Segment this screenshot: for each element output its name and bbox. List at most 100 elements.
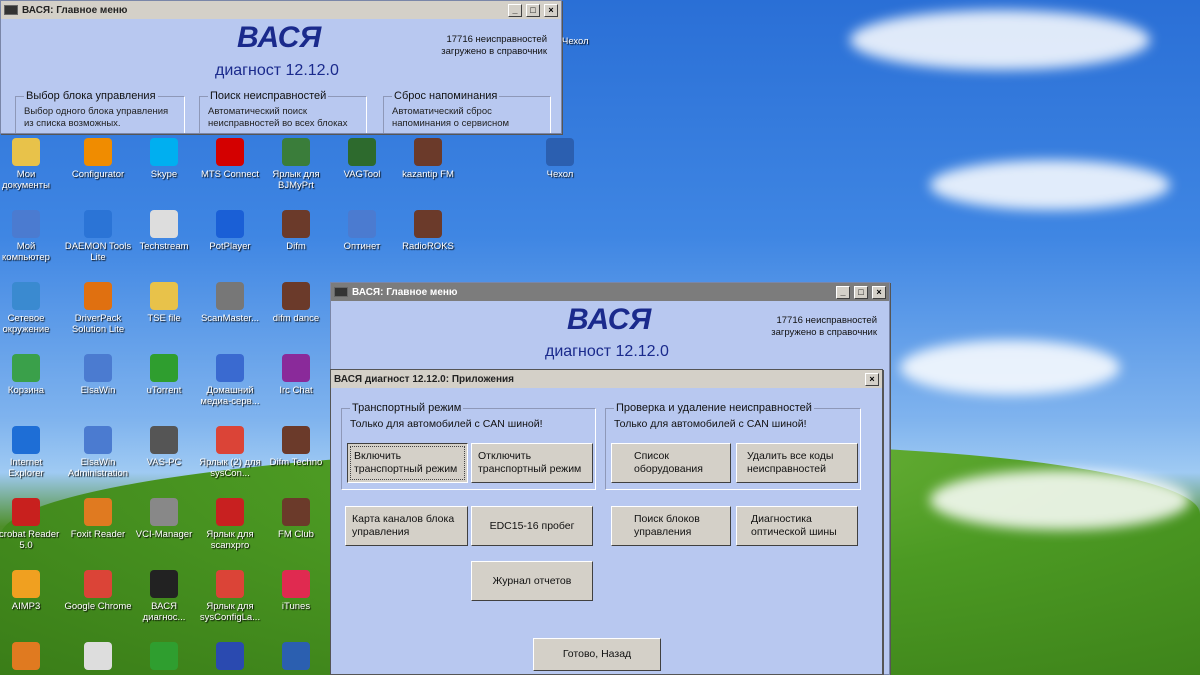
faults-count-text: 17716 неисправностей загружено в справоч… (731, 315, 877, 339)
desktop-icon[interactable]: RadioROKS (394, 210, 462, 252)
chip-icon (216, 282, 244, 310)
app-version-text: диагност 12.12.0 (215, 62, 339, 79)
utorrent-icon (150, 642, 178, 670)
desktop-icon[interactable] (64, 642, 132, 673)
desktop-icon[interactable]: ScanMaster... (196, 282, 264, 324)
desktop-icon[interactable]: Configurator (64, 138, 132, 180)
applications-dialog[interactable]: ВАСЯ диагност 12.12.0: Приложения × Тран… (330, 369, 883, 675)
optical-bus-diagnostics-button[interactable]: Диагностика оптической шины (736, 506, 858, 546)
desktop-icon-label: Configurator (71, 169, 125, 180)
desktop-icon[interactable] (130, 642, 198, 673)
foxit-icon (84, 498, 112, 526)
desktop-icon-label: Ярлык для scanxpro (206, 529, 254, 551)
minimize-icon[interactable]: _ (836, 285, 850, 299)
close-icon[interactable]: × (865, 372, 879, 386)
desktop-icon[interactable]: FM Club (262, 498, 330, 540)
desktop-icon[interactable]: kazantip FM (394, 138, 462, 180)
equipment-list-button[interactable]: Список оборудования (611, 443, 731, 483)
irc-icon (282, 354, 310, 382)
group-reset-reminder[interactable]: Сброс напоминания Автоматический сброс н… (383, 90, 551, 133)
desktop-icon[interactable]: Мой компьютер (0, 210, 60, 263)
back-window-title: ВАСЯ: Главное меню (22, 4, 128, 16)
enable-transport-mode-button[interactable]: Включить транспортный режим (347, 443, 468, 483)
desktop-icon[interactable]: Оптинет (328, 210, 396, 252)
desktop-icon-label: ElsaWin Administration (67, 457, 129, 479)
channel-map-button[interactable]: Карта каналов блока управления (345, 506, 468, 546)
desktop-icon[interactable]: Ярлык (2) для sysCon... (196, 426, 264, 479)
desktop-icon[interactable]: Корзина (0, 354, 60, 396)
desktop-icon-label: FM Club (278, 529, 314, 540)
chrome-icon (216, 426, 244, 454)
desktop-icon[interactable]: uTorrent (130, 354, 198, 396)
desktop-icon-label: Ярлык для BJMyPrt (272, 169, 320, 191)
back-window-titlebar[interactable]: ВАСЯ: Главное меню _ □ × (1, 1, 561, 19)
desktop-icon[interactable]: Difm Techno (262, 426, 330, 468)
desktop-icon[interactable] (196, 642, 264, 673)
desktop-icon[interactable] (0, 642, 60, 673)
desktop-icon[interactable]: ВАСЯ диагнос... (130, 570, 198, 623)
app-name-heading: ВАСЯ (567, 303, 652, 336)
desktop-icon[interactable]: TSE file (130, 282, 198, 324)
desktop-icon-label: MTS Connect (200, 169, 260, 180)
desktop-icon[interactable]: Сетевое окружение (0, 282, 60, 335)
desktop-icon[interactable]: Мои документы (0, 138, 60, 191)
done-back-button[interactable]: Готово, Назад (533, 638, 661, 671)
main-window-titlebar[interactable]: ВАСЯ: Главное меню _ □ × (331, 283, 889, 301)
desktop-icon[interactable]: iTunes (262, 570, 330, 612)
desktop-icon-label: TSE file (147, 313, 181, 324)
minimize-icon[interactable]: _ (508, 3, 522, 17)
desktop-icon[interactable]: Ярлык для scanxpro (196, 498, 264, 551)
desktop-icon-label: uTorrent (146, 385, 182, 396)
disable-transport-mode-button[interactable]: Отключить транспортный режим (471, 443, 593, 483)
itunes-icon (282, 570, 310, 598)
delete-fault-codes-button[interactable]: Удалить все коды неисправностей (736, 443, 858, 483)
elsawin-icon (84, 354, 112, 382)
network-icon (348, 210, 376, 238)
desktop-icon[interactable]: ElsaWin Administration (64, 426, 132, 479)
dialog-titlebar[interactable]: ВАСЯ диагност 12.12.0: Приложения × (331, 370, 882, 388)
shortcut-icon (84, 642, 112, 670)
desktop-icon[interactable]: PotPlayer (196, 210, 264, 252)
desktop-icon-label: VAS-PC (146, 457, 182, 468)
desktop-icon[interactable]: difm dance (262, 282, 330, 324)
desktop-icon[interactable]: Чехол (526, 138, 594, 180)
desktop-icon[interactable]: Google Chrome (64, 570, 132, 612)
desktop-icon[interactable]: Internet Explorer (0, 426, 60, 479)
potplayer-icon (216, 210, 244, 238)
maximize-icon[interactable]: □ (854, 285, 868, 299)
desktop-icon[interactable]: Acrobat Reader 5.0 (0, 498, 60, 551)
maximize-icon[interactable]: □ (526, 3, 540, 17)
desktop-icon[interactable]: Домашний медиа-серв... (196, 354, 264, 407)
reports-log-button[interactable]: Журнал отчетов (471, 561, 593, 601)
desktop-icon[interactable]: VCI-Manager (130, 498, 198, 540)
group-legend: Сброс напоминания (394, 90, 498, 102)
desktop-icon[interactable]: Difm (262, 210, 330, 252)
desktop-icon[interactable]: Techstream (130, 210, 198, 252)
search-blocks-button[interactable]: Поиск блоков управления (611, 506, 731, 546)
desktop-icon[interactable]: Ярлык для BJMyPrt (262, 138, 330, 191)
desktop-icon[interactable]: ElsaWin (64, 354, 132, 396)
faults-count-line: 17716 неисправностей (446, 34, 547, 45)
desktop-icon[interactable]: DriverPack Solution Lite (64, 282, 132, 335)
desktop-icon[interactable]: VAGTool (328, 138, 396, 180)
close-icon[interactable]: × (872, 285, 886, 299)
group-select-block[interactable]: Выбор блока управления Выбор одного блок… (15, 90, 185, 133)
desktop-icon[interactable]: Irc Chat (262, 354, 330, 396)
desktop-icon[interactable]: VAS-PC (130, 426, 198, 468)
desktop-icon-label: AIMP3 (11, 601, 41, 612)
desktop-icon-label: Сетевое окружение (2, 313, 50, 335)
desktop-icon[interactable]: AIMP3 (0, 570, 60, 612)
desktop-icon[interactable]: Foxit Reader (64, 498, 132, 540)
desktop-icon[interactable]: Ярлык для sysConfigLa... (196, 570, 264, 623)
ram-icon (282, 282, 310, 310)
edc-mileage-button[interactable]: EDC15-16 пробег (471, 506, 593, 546)
desktop-icon[interactable]: Skype (130, 138, 198, 180)
desktop-icon[interactable] (262, 642, 330, 673)
globe-icon (12, 282, 40, 310)
desktop-icon[interactable]: MTS Connect (196, 138, 264, 180)
close-icon[interactable]: × (544, 3, 558, 17)
desktop-icon[interactable]: DAEMON Tools Lite (64, 210, 132, 263)
group-fault-search[interactable]: Поиск неисправностей Автоматический поис… (199, 90, 367, 133)
back-main-window[interactable]: ВАСЯ: Главное меню _ □ × ВАСЯ диагност 1… (0, 0, 562, 134)
desktop-icon-label: Мой компьютер (2, 241, 50, 263)
